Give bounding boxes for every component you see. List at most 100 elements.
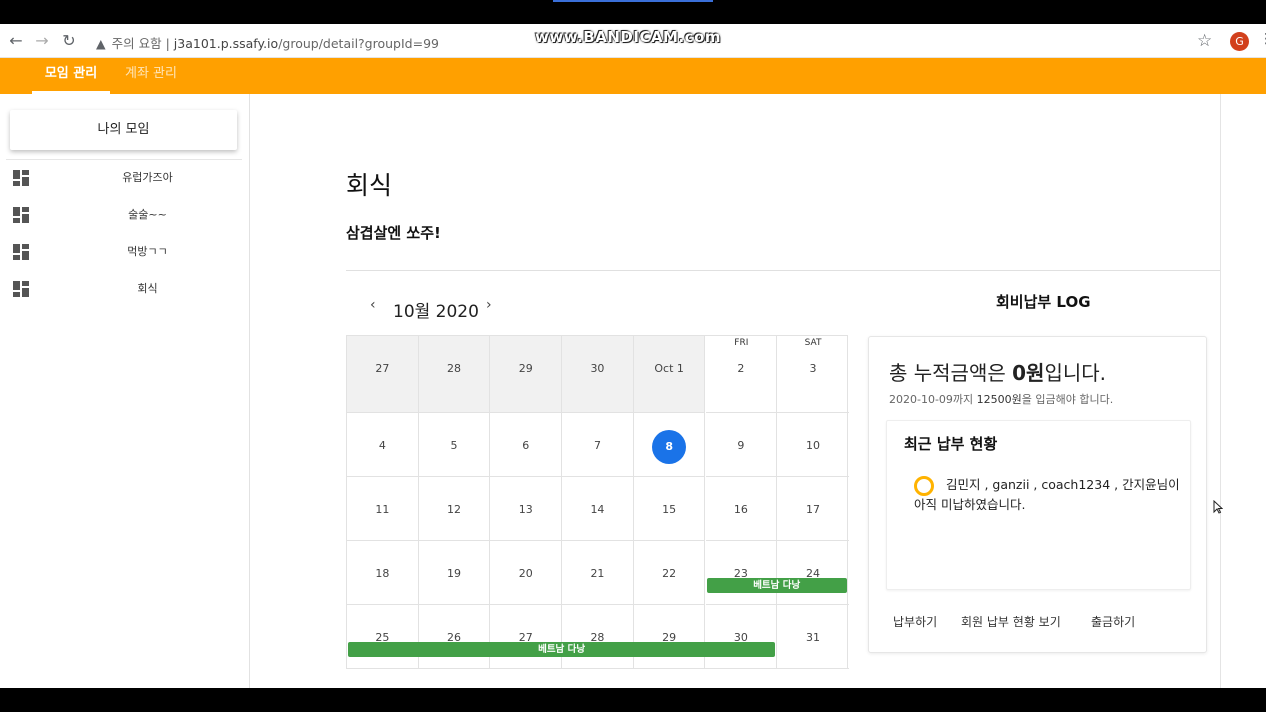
dashboard-icon: [13, 281, 29, 297]
calendar-day-cell[interactable]: 23: [705, 541, 778, 605]
calendar-day-cell[interactable]: 30: [705, 605, 778, 669]
app-header-bar: 모임 관리 계좌 관리: [0, 58, 1266, 94]
day-number: 27: [375, 362, 390, 375]
calendar-day-cell[interactable]: 25: [347, 605, 419, 669]
group-description: 삼겹살엔 쏘주!: [346, 224, 441, 242]
day-number: 18: [375, 567, 390, 580]
calendar-day-cell[interactable]: 21: [562, 541, 634, 605]
calendar-day-cell[interactable]: 12: [418, 477, 491, 541]
day-number: 7: [593, 439, 601, 452]
profile-avatar[interactable]: G: [1230, 32, 1249, 51]
address-bar[interactable]: ▲ 주의 요함 | j3a101.p.ssafy.io/group/detail?…: [96, 33, 439, 52]
my-group-header[interactable]: 나의 모임: [10, 110, 237, 150]
top-black-bar: [0, 0, 1266, 24]
recording-indicator: [553, 0, 713, 2]
calendar-day-cell[interactable]: 16: [705, 477, 778, 541]
arrow-left-icon[interactable]: ←: [6, 31, 26, 51]
sidebar-item-label: 먹방ㄱㄱ: [127, 245, 168, 258]
calendar-event[interactable]: 베트남 다낭: [706, 578, 847, 593]
due-amount: 12500원: [976, 393, 1022, 406]
calendar-day-cell[interactable]: 6: [490, 413, 563, 477]
calendar-day-cell[interactable]: 14: [562, 477, 634, 541]
calendar-day-cell[interactable]: 30: [562, 336, 634, 413]
day-number: 17: [806, 503, 821, 516]
calendar-day-cell[interactable]: 20: [490, 541, 563, 605]
sidebar-item-drinks[interactable]: 술술~~: [0, 197, 250, 233]
calendar-day-cell[interactable]: 15: [633, 477, 706, 541]
recent-payment-card: 최근 납부 현황 김민지 , ganzii , coach1234 , 간지윤님…: [886, 420, 1191, 590]
calendar-day-cell[interactable]: 26: [418, 605, 491, 669]
calendar-day-cell[interactable]: 29: [490, 336, 563, 413]
day-number: 14: [590, 503, 605, 516]
sidebar-item-europe[interactable]: 유럽가즈아: [0, 160, 250, 196]
dashboard-icon: [13, 244, 29, 260]
calendar-day-cell[interactable]: 9: [705, 413, 778, 477]
calendar-day-cell[interactable]: 18: [347, 541, 419, 605]
recorder-watermark: www.BANDICAM.com: [535, 28, 722, 46]
calendar-day-cell[interactable]: Oct 1: [633, 336, 706, 413]
calendar-month-label: 10월 2020: [393, 302, 479, 322]
day-number: 12: [447, 503, 462, 516]
chevron-left-icon[interactable]: ‹: [370, 297, 376, 313]
tab-group-management[interactable]: 모임 관리: [32, 58, 110, 94]
calendar-day-cell[interactable]: 27: [347, 336, 419, 413]
sidebar-item-label: 유럽가즈아: [122, 171, 173, 184]
dashboard-icon: [13, 170, 29, 186]
arrow-right-icon[interactable]: →: [32, 31, 52, 51]
reload-icon[interactable]: ↻: [59, 31, 79, 51]
calendar-day-cell[interactable]: 17: [777, 477, 849, 541]
day-number: 29: [518, 362, 533, 375]
page-title: 회식: [346, 171, 393, 200]
calendar-day-cell[interactable]: 19: [418, 541, 491, 605]
calendar-event[interactable]: 베트남 다낭: [348, 642, 776, 657]
calendar-day-cell[interactable]: 28: [562, 605, 634, 669]
calendar-day-cell[interactable]: 28: [418, 336, 491, 413]
total-prefix: 총 누적금액은: [889, 361, 1013, 385]
withdraw-button[interactable]: 출금하기: [1091, 613, 1135, 630]
day-number: 9: [737, 439, 745, 452]
member-payment-status-button[interactable]: 회원 납부 현황 보기: [961, 613, 1061, 630]
browser-toolbar: ← → ↻ ▲ 주의 요함 | j3a101.p.ssafy.io/group/d…: [0, 24, 1266, 58]
calendar-day-cell[interactable]: 2: [705, 336, 778, 413]
log-title: 회비납부 LOG: [996, 293, 1091, 311]
calendar-day-cell[interactable]: 29: [633, 605, 706, 669]
warning-icon: ▲: [96, 36, 106, 51]
calendar-day-cell[interactable]: 10: [777, 413, 849, 477]
calendar-day-cell[interactable]: 22: [633, 541, 706, 605]
calendar-day-cell[interactable]: 31: [777, 605, 849, 669]
due-suffix: 을 입금해야 합니다.: [1021, 393, 1114, 406]
dashboard-icon: [13, 207, 29, 223]
day-number: 20: [518, 567, 533, 580]
calendar-day-cell[interactable]: 13: [490, 477, 563, 541]
tab-account-management[interactable]: 계좌 관리: [118, 58, 184, 94]
pay-button[interactable]: 납부하기: [893, 613, 937, 630]
recent-payment-title: 최근 납부 현황: [904, 435, 998, 453]
calendar-day-cell[interactable]: 11: [347, 477, 419, 541]
calendar-day-cell[interactable]: 24: [777, 541, 849, 605]
day-number: 4: [378, 439, 386, 452]
menu-kebab-icon[interactable]: ⋮: [1259, 31, 1266, 47]
calendar-day-cell[interactable]: 3: [777, 336, 849, 413]
day-number: 10: [806, 439, 821, 452]
unpaid-message: 김민지 , ganzii , coach1234 , 간지윤님이 아직 미납하였…: [914, 477, 1180, 512]
day-number: 19: [447, 567, 462, 580]
content-divider: [346, 270, 1220, 271]
calendar-day-cell[interactable]: 5: [418, 413, 491, 477]
day-number: 5: [450, 439, 458, 452]
day-number: 21: [590, 567, 605, 580]
due-date: 2020-10-09까지: [889, 393, 977, 406]
content-right-border: [1220, 94, 1221, 688]
sidebar-item-mukbang[interactable]: 먹방ㄱㄱ: [0, 234, 250, 270]
calendar-day-cell[interactable]: 4: [347, 413, 419, 477]
day-number: 16: [733, 503, 748, 516]
sidebar-item-hoesik[interactable]: 회식: [0, 271, 250, 307]
calendar-day-cell[interactable]: 27: [490, 605, 563, 669]
bookmark-star-icon[interactable]: ☆: [1197, 31, 1212, 51]
sidebar-item-label: 술술~~: [128, 208, 167, 221]
url-path: /group/detail?groupId=99: [278, 36, 439, 51]
bottom-black-bar: [0, 688, 1266, 712]
calendar-day-cell[interactable]: 7: [562, 413, 634, 477]
calendar-day-cell[interactable]: 8: [633, 413, 706, 477]
chevron-right-icon[interactable]: ›: [486, 297, 492, 313]
day-number: 31: [806, 631, 821, 644]
